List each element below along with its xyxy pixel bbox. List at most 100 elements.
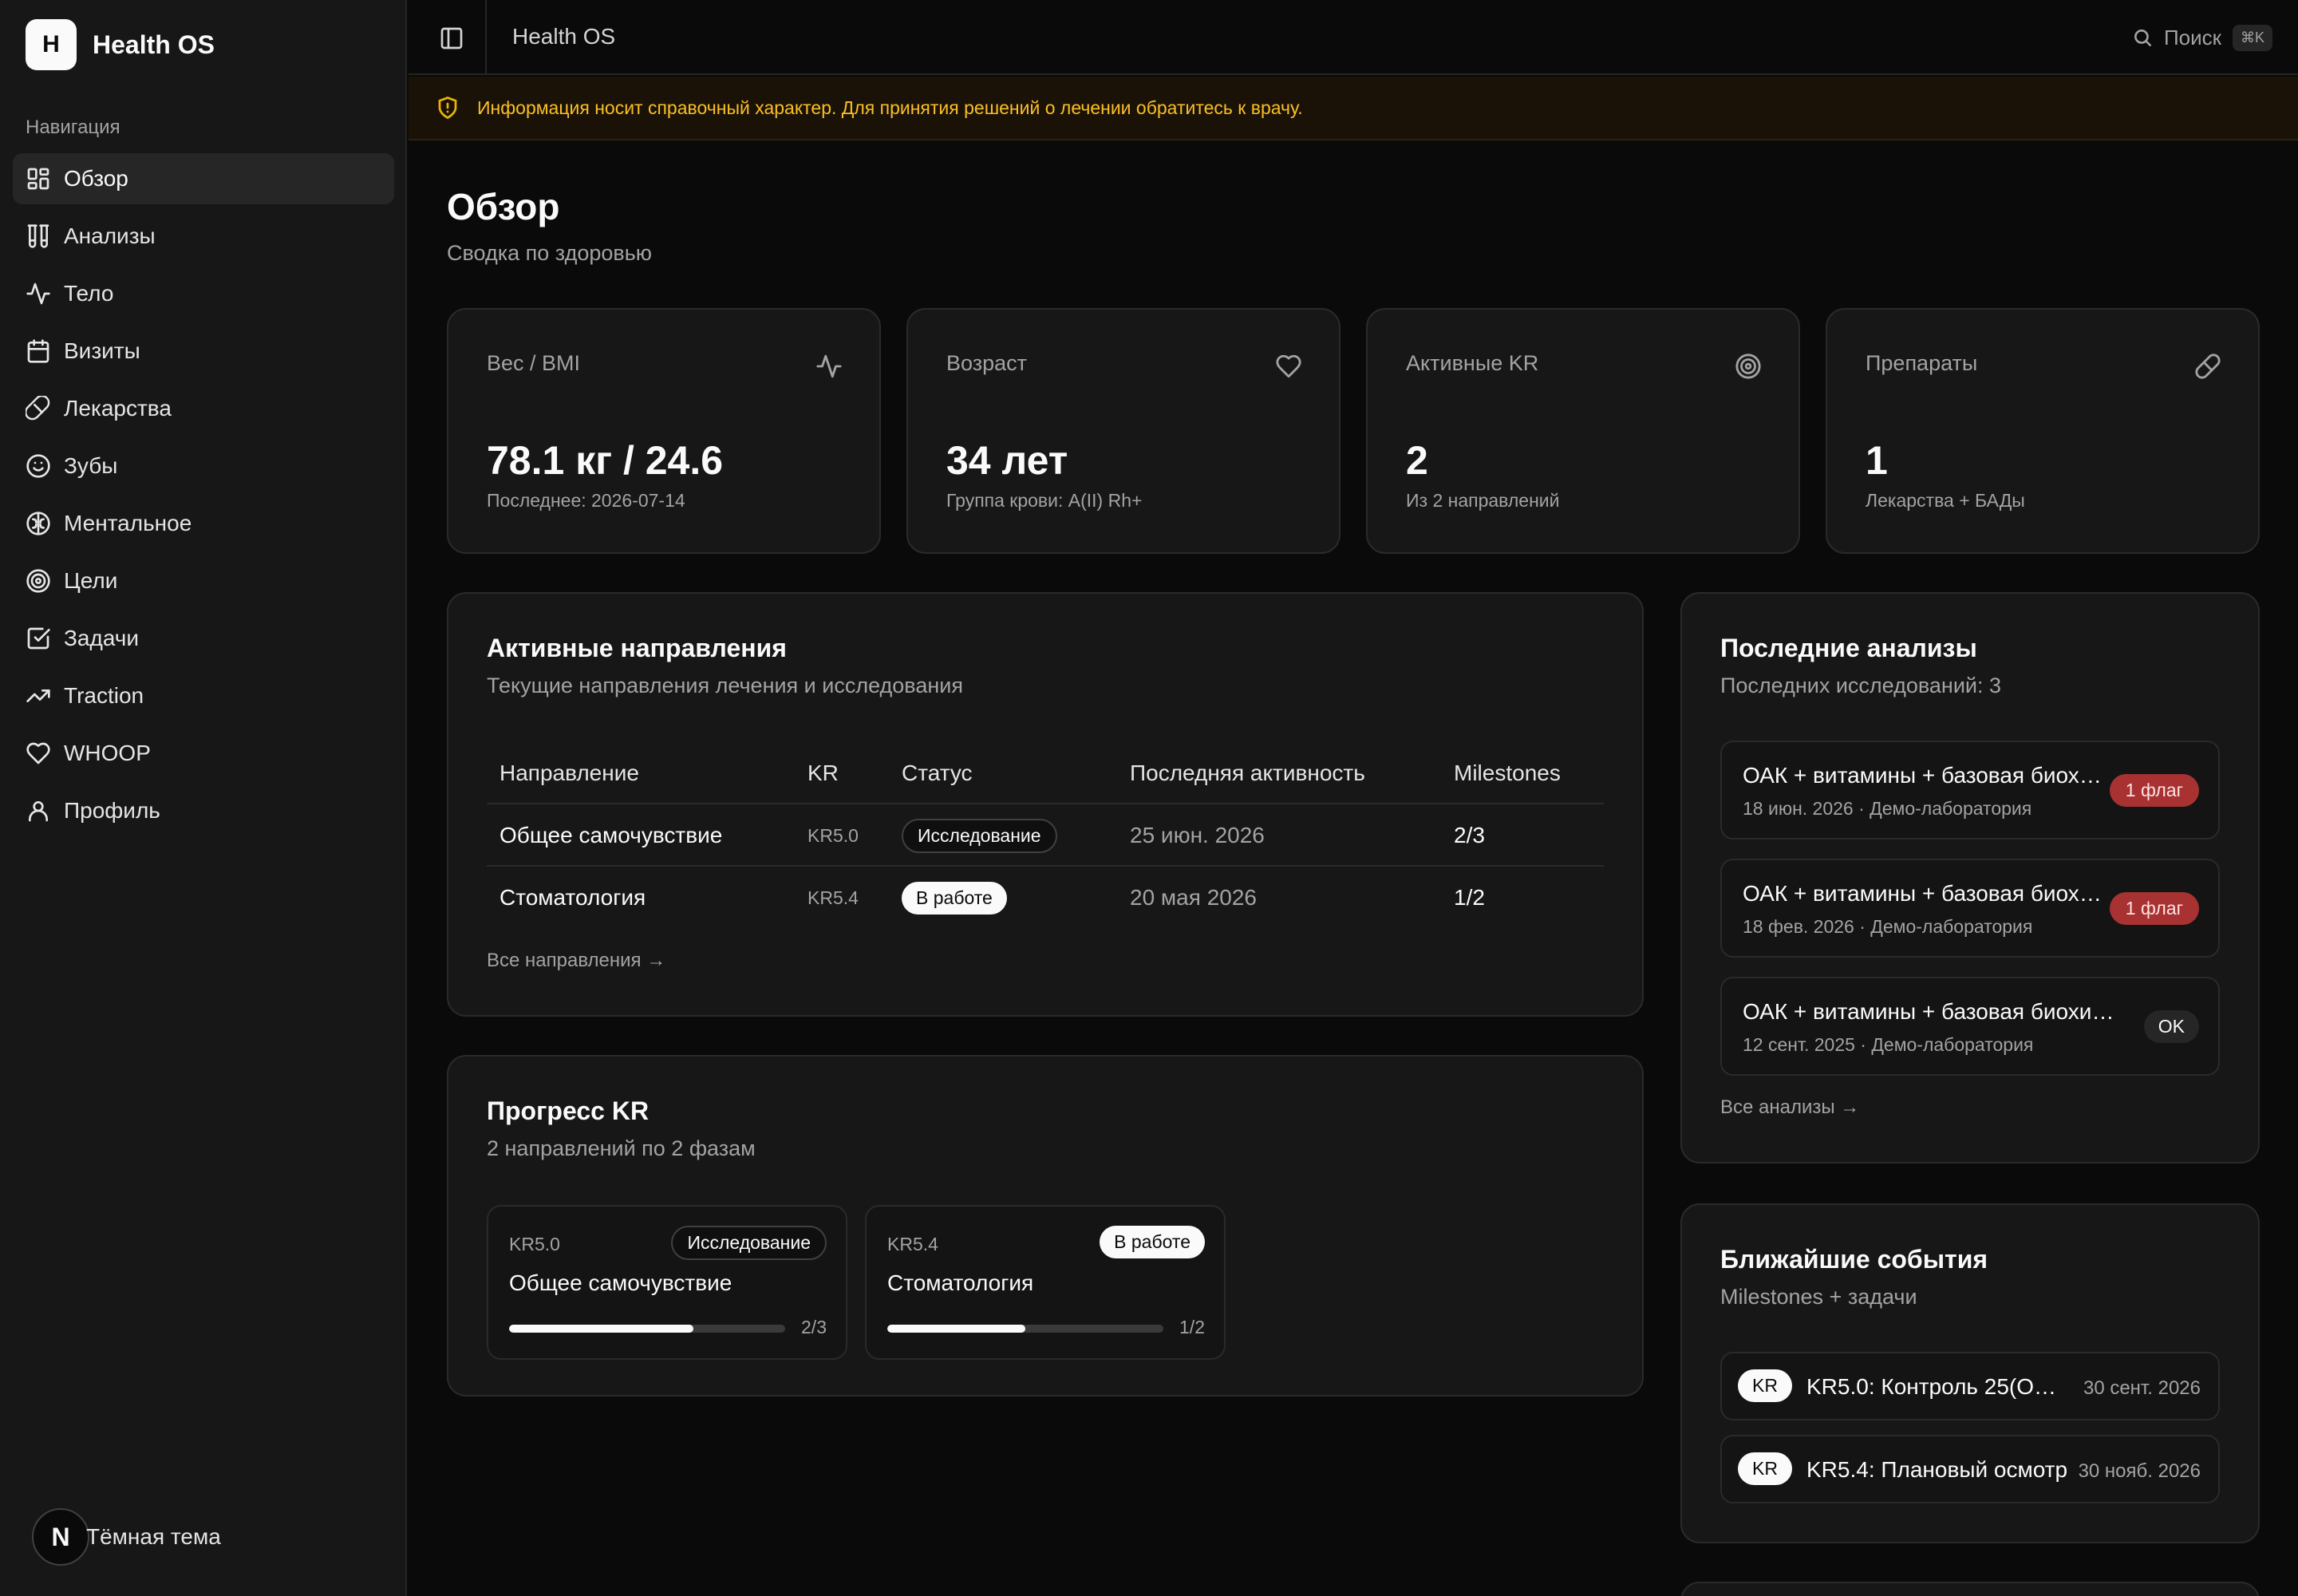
sidebar-item-body[interactable]: Тело [13,268,394,319]
lab-title: ОАК + витамины + базовая биохимия [1743,881,2102,906]
direction-kr: KR5.0 [807,824,859,846]
sidebar-item-traction[interactable]: Traction [13,670,394,721]
flag-badge: 1 флаг [2109,774,2199,807]
pill-icon [26,396,51,421]
page-subtitle: Сводка по здоровью [447,241,653,265]
lab-item[interactable]: ОАК + витамины + базовая биохимия 18 июн… [1720,741,2220,839]
sidebar-item-label: Визиты [64,338,140,363]
sidebar-item-medications[interactable]: Лекарства [13,383,394,434]
sidebar-item-analyses[interactable]: Анализы [13,211,394,262]
column-header: Milestones [1454,760,1561,785]
stat-sub: Группа крови: A(II) Rh+ [946,490,1143,511]
page-title: Обзор [447,186,560,227]
sidebar-item-label: WHOOP [64,741,151,765]
sidebar-item-label: Ментальное [64,511,192,535]
heart-icon [1275,353,1302,380]
status-badge: В работе [1100,1226,1205,1258]
lab-item[interactable]: ОАК + витамины + базовая биохимия 12 сен… [1720,977,2220,1076]
sidebar-item-profile[interactable]: Профиль [13,785,394,836]
heart-icon [26,741,51,766]
card-subtitle: Последних исследований: 3 [1720,674,2002,697]
lab-title: ОАК + витамины + базовая биохимия [1743,999,2126,1024]
stat-sub: Лекарства + БАДы [1866,490,2025,511]
sidebar-item-whoop[interactable]: WHOOP [13,728,394,779]
direction-name: Стоматология [499,885,646,910]
shield-alert-icon [438,97,457,120]
progress-fill [887,1325,1025,1333]
direction-kr: KR5.4 [807,887,859,908]
card-subtitle: Milestones + задачи [1720,1285,1917,1309]
theme-badge: N [32,1508,89,1566]
stat-value: 1 [1866,438,1888,483]
disclaimer-alert: Информация носит справочный характер. Дл… [409,77,2298,140]
lab-item[interactable]: ОАК + витамины + базовая биохимия 18 фев… [1720,859,2220,958]
sidebar-item-teeth[interactable]: Зубы [13,440,394,492]
sidebar-toggle-button[interactable] [436,22,468,54]
topbar-title: Health OS [512,24,616,49]
sidebar-item-label: Анализы [64,223,156,248]
lab-sub: 18 фев. 2026 · Демо-лаборатория [1743,916,2033,937]
direction-name: Общее самочувствие [499,823,723,847]
stat-card-weight: Вес / BMI 78.1 кг / 24.6 Последнее: 2026… [447,308,881,554]
ok-badge: OK [2143,1010,2199,1043]
nav-heading: Навигация [26,117,120,138]
stat-sub: Из 2 направлений [1406,490,1560,511]
dashboard-icon [26,166,51,192]
theme-toggle[interactable]: N Тёмная тема [32,1508,221,1566]
table-row[interactable]: Стоматология KR5.4 В работе 20 мая 2026 … [487,867,1604,929]
event-date: 30 сент. 2026 [2083,1377,2201,1399]
lab-title: ОАК + витамины + базовая биохимия [1743,763,2102,788]
stat-label: Возраст [946,351,1027,375]
stat-label: Препараты [1866,351,1978,375]
topbar-divider [485,0,487,75]
kr-name: Общее самочувствие [509,1270,732,1295]
kr-badge: KR [1738,1369,1792,1402]
column-header: KR [807,760,839,785]
recent-labs-card: Последние анализы Последних исследований… [1680,592,2260,1163]
sidebar-item-label: Traction [64,683,144,708]
event-item[interactable]: KR KR5.4: Плановый осмотр 30 нояб. 2026 [1720,1435,2220,1503]
direction-last-activity: 20 мая 2026 [1130,885,1257,910]
stat-label: Активные KR [1406,351,1539,375]
search-button[interactable]: Поиск ⌘K [2132,21,2272,54]
stat-value: 2 [1406,438,1428,483]
card-title: Прогресс KR [487,1096,650,1125]
panel-left-icon [440,27,463,49]
event-title: KR5.4: Плановый осмотр [1806,1457,2068,1482]
sidebar-item-label: Тело [64,281,114,306]
kr-progress-item[interactable]: KR5.4 В работе Стоматология 1/2 [865,1205,1226,1360]
sidebar-item-visits[interactable]: Визиты [13,326,394,377]
theme-label: Тёмная тема [86,1524,221,1549]
search-shortcut: ⌘K [2232,24,2272,51]
brand[interactable]: H Health OS [26,19,215,70]
card-subtitle: 2 направлений по 2 фазам [487,1136,756,1160]
table-row[interactable]: Общее самочувствие KR5.0 Исследование 25… [487,804,1604,867]
all-labs-link[interactable]: Все анализы → [1720,1096,1859,1119]
stat-label: Вес / BMI [487,351,581,375]
sidebar-nav: Обзор Анализы Тело Визиты Лекарства Зубы… [13,153,394,843]
brain-icon [26,511,51,536]
all-directions-link[interactable]: Все направления → [487,950,665,972]
test-tubes-icon [26,223,51,249]
event-item[interactable]: KR KR5.0: Контроль 25(OH)D 30 сент. 2026 [1720,1352,2220,1420]
sidebar-item-tasks[interactable]: Задачи [13,613,394,664]
kr-progress-item[interactable]: KR5.0 Исследование Общее самочувствие 2/… [487,1205,847,1360]
sidebar-item-overview[interactable]: Обзор [13,153,394,204]
sidebar-item-label: Цели [64,568,118,593]
sidebar-item-goals[interactable]: Цели [13,555,394,606]
search-label: Поиск [2163,25,2221,49]
trending-up-icon [26,683,51,709]
direction-last-activity: 25 июн. 2026 [1130,823,1265,847]
stat-card-age: Возраст 34 лет Группа крови: A(II) Rh+ [906,308,1340,554]
status-badge: Исследование [902,818,1057,853]
kr-count: 1/2 [1179,1317,1205,1337]
directions-card: Активные направления Текущие направления… [447,592,1644,1017]
card-title: Активные направления [487,634,787,662]
event-date: 30 нояб. 2026 [2078,1460,2201,1482]
search-icon [2134,30,2151,47]
sidebar-item-mental[interactable]: Ментальное [13,498,394,549]
card-title: Последние анализы [1720,634,1977,662]
sidebar-item-label: Зубы [64,453,118,478]
sidebar-item-label: Профиль [64,798,160,823]
upcoming-events-card: Ближайшие события Milestones + задачи KR… [1680,1203,2260,1543]
